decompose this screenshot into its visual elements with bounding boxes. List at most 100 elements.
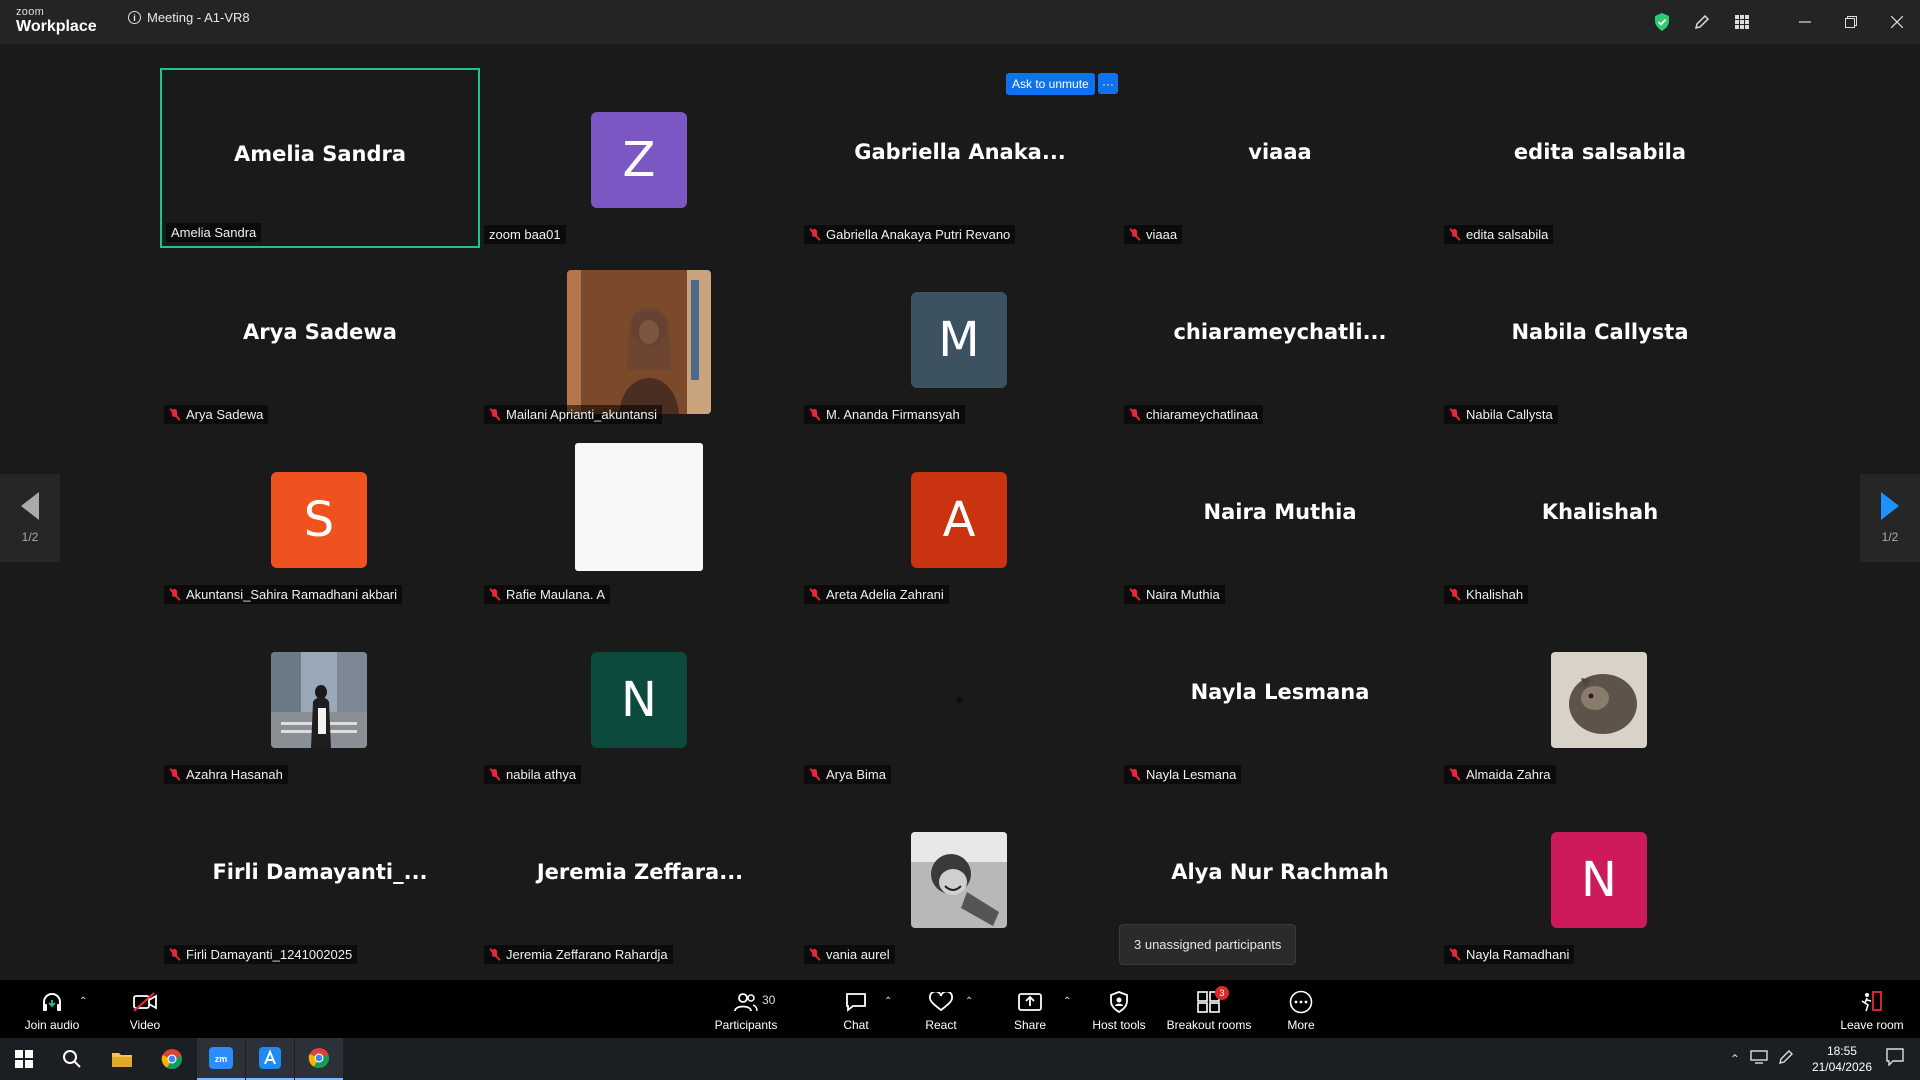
- participant-name-label: Gabriella Anakaya Putri Revano: [804, 225, 1016, 244]
- participant-tile[interactable]: edita salsabila edita salsabila: [1440, 68, 1760, 248]
- participant-display-name: Nabila Callysta: [1511, 320, 1689, 344]
- participant-tile[interactable]: Rafie Maulana. A: [480, 428, 800, 608]
- meeting-info[interactable]: i Meeting - A1-VR8: [128, 10, 250, 25]
- more-dots-icon: [1289, 990, 1313, 1014]
- mic-muted-icon: [169, 588, 181, 602]
- participant-tile[interactable]: N Nayla Ramadhani: [1440, 788, 1760, 968]
- react-button[interactable]: React: [916, 980, 966, 1038]
- participant-tile[interactable]: Arya Sadewa Arya Sadewa: [160, 248, 480, 428]
- participant-tile[interactable]: Arya Bima: [800, 608, 1120, 788]
- mic-muted-icon: [169, 768, 181, 782]
- chat-options-caret-icon[interactable]: ⌃: [884, 996, 892, 1007]
- previous-page-button[interactable]: 1/2: [0, 474, 60, 562]
- participant-tile[interactable]: Zzoom baa01: [480, 68, 800, 248]
- host-tools-label: Host tools: [1092, 1018, 1146, 1032]
- apps-grid-icon[interactable]: [1722, 0, 1762, 44]
- participant-tile[interactable]: Azahra Hasanah: [160, 608, 480, 788]
- participant-name-label: Firli Damayanti_1241002025: [164, 945, 358, 964]
- participant-name-label: Nayla Lesmana: [1124, 765, 1242, 784]
- participant-photo-street: [271, 652, 367, 748]
- participant-tile[interactable]: Gabriella Anaka... Gabriella Anakaya Putr…: [800, 68, 1120, 248]
- windows-start-icon[interactable]: [0, 1038, 48, 1080]
- minimize-button[interactable]: [1782, 0, 1828, 44]
- participant-display-name: Jeremia Zeffara...: [536, 860, 744, 884]
- search-icon[interactable]: [48, 1038, 96, 1080]
- participant-avatar: N: [591, 652, 687, 748]
- network-icon[interactable]: [1750, 1049, 1768, 1069]
- leave-room-button[interactable]: Leave room: [1836, 980, 1908, 1038]
- participant-tile[interactable]: M M. Ananda Firmansyah: [800, 248, 1120, 428]
- participant-tile[interactable]: Nnabila athya: [480, 608, 800, 788]
- next-page-button[interactable]: 1/2: [1860, 474, 1920, 562]
- participant-name-text: Azahra Hasanah: [186, 767, 283, 782]
- participant-display-name: Nayla Lesmana: [1190, 680, 1370, 704]
- participant-tile[interactable]: Nayla Lesmana Nayla Lesmana: [1120, 608, 1440, 788]
- participant-tile[interactable]: Amelia Sandra Amelia Sandra: [160, 68, 480, 248]
- mic-muted-icon: [809, 948, 821, 962]
- chat-button[interactable]: Chat: [831, 980, 881, 1038]
- participant-tile[interactable]: Mailani Aprianti_akuntansi: [480, 248, 800, 428]
- participant-display-name: Khalishah: [1541, 500, 1659, 524]
- info-icon[interactable]: i: [128, 11, 141, 24]
- share-label: Share: [1013, 1018, 1047, 1032]
- unassigned-participants-tooltip: 3 unassigned participants: [1119, 924, 1297, 965]
- ask-to-unmute-button[interactable]: Ask to unmute: [1006, 73, 1095, 95]
- annotate-pencil-icon[interactable]: [1682, 0, 1722, 44]
- join-audio-button[interactable]: Join audio: [22, 980, 82, 1038]
- close-button[interactable]: [1874, 0, 1920, 44]
- audio-options-caret-icon[interactable]: ⌃: [79, 996, 87, 1007]
- react-options-caret-icon[interactable]: ⌃: [965, 996, 973, 1007]
- participants-button[interactable]: Participants: [715, 980, 777, 1038]
- participant-tile[interactable]: viaaa viaaa: [1120, 68, 1440, 248]
- participant-tile[interactable]: Almaida Zahra: [1440, 608, 1760, 788]
- notifications-icon[interactable]: [1886, 1047, 1904, 1071]
- participant-tile[interactable]: S Akuntansi_Sahira Ramadhani akbari: [160, 428, 480, 608]
- breakout-rooms-button[interactable]: 3 Breakout rooms: [1164, 980, 1254, 1038]
- app-store-icon[interactable]: [246, 1038, 294, 1080]
- gallery-view: Amelia Sandra Amelia Sandra Zzoom baa01 Gab…: [0, 44, 1920, 980]
- mic-muted-icon: [169, 948, 181, 962]
- shield-check-icon[interactable]: [1642, 0, 1682, 44]
- tile-more-options-button[interactable]: ···: [1098, 73, 1118, 94]
- mic-muted-icon: [1129, 408, 1141, 422]
- participant-name-text: Naira Muthia: [1146, 587, 1220, 602]
- file-explorer-icon[interactable]: [98, 1038, 146, 1080]
- react-label: React: [925, 1018, 957, 1032]
- chat-bubble-icon: [845, 990, 867, 1014]
- mic-muted-icon: [809, 588, 821, 602]
- system-clock[interactable]: 18:55 21/04/2026: [1812, 1043, 1872, 1075]
- tray-chevron-icon[interactable]: ⌃: [1730, 1052, 1740, 1066]
- mic-muted-icon: [809, 408, 821, 422]
- participant-tile[interactable]: Jeremia Zeffara... Jeremia Zeffarano Raha…: [480, 788, 800, 968]
- brand-name: Workplace: [16, 18, 97, 35]
- participants-label: Participants: [714, 1018, 778, 1032]
- zoom-workplace-logo: zoom Workplace: [16, 7, 97, 35]
- participant-tile[interactable]: vania aurel: [800, 788, 1120, 968]
- restore-button[interactable]: [1828, 0, 1874, 44]
- mic-muted-icon: [1449, 588, 1461, 602]
- mic-muted-icon: [489, 588, 501, 602]
- participant-name-text: Areta Adelia Zahrani: [826, 587, 944, 602]
- pen-icon[interactable]: [1778, 1049, 1794, 1070]
- participant-avatar: N: [1551, 832, 1647, 928]
- participant-tile[interactable]: Khalishah Khalishah: [1440, 428, 1760, 608]
- participant-display-name: Arya Sadewa: [243, 320, 397, 344]
- video-button[interactable]: Video: [120, 980, 170, 1038]
- share-button[interactable]: Share: [1005, 980, 1055, 1038]
- more-button[interactable]: More: [1276, 980, 1326, 1038]
- chrome-icon[interactable]: [148, 1038, 196, 1080]
- share-options-caret-icon[interactable]: ⌃: [1063, 996, 1071, 1007]
- participant-video-dot: [956, 696, 963, 703]
- mic-muted-icon: [169, 408, 181, 422]
- chrome-zoom-icon[interactable]: [295, 1038, 343, 1080]
- participant-tile[interactable]: A Areta Adelia Zahrani: [800, 428, 1120, 608]
- zoom-taskbar-icon[interactable]: zm: [197, 1038, 245, 1080]
- participant-tile[interactable]: Firli Damayanti_... Firli Damayanti_12410…: [160, 788, 480, 968]
- participant-tile[interactable]: chiarameychatli... chiarameychatlinaa: [1120, 248, 1440, 428]
- participant-tile[interactable]: Nabila Callysta Nabila Callysta: [1440, 248, 1760, 428]
- participant-tile[interactable]: Naira Muthia Naira Muthia: [1120, 428, 1440, 608]
- mic-muted-icon: [1129, 228, 1141, 242]
- participant-name-label: Akuntansi_Sahira Ramadhani akbari: [164, 585, 403, 604]
- host-tools-button[interactable]: Host tools: [1088, 980, 1150, 1038]
- arrow-left-icon: [21, 492, 39, 520]
